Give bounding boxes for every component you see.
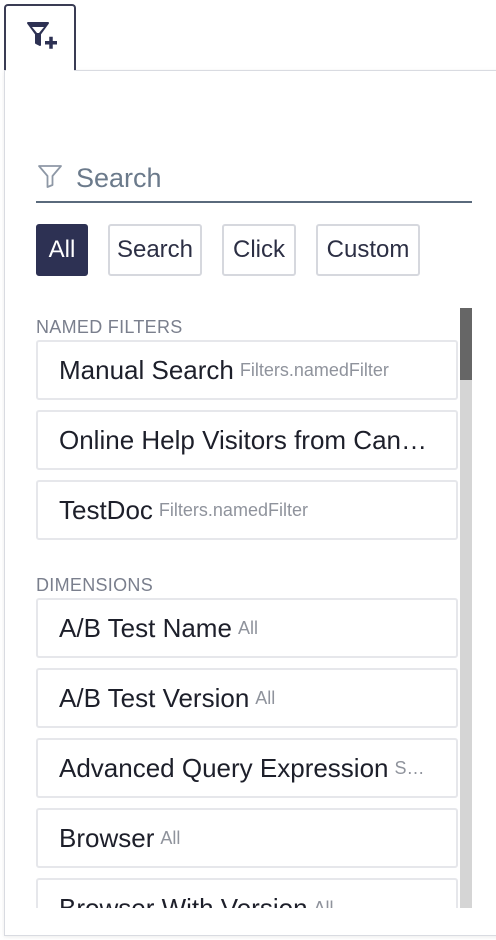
filter-icon [36, 162, 76, 195]
item-sub: S… [394, 757, 425, 778]
item-name: A/B Test Name [59, 612, 232, 643]
item-sub: All [313, 897, 334, 909]
section-header-dimensions: DIMENSIONS [36, 575, 154, 595]
panel-tab-joint [6, 68, 74, 72]
list-item[interactable]: Manual Search Filters.namedFilter [36, 340, 458, 400]
chip-custom[interactable]: Custom [316, 224, 420, 276]
list-item[interactable]: A/B Test Name All [36, 598, 458, 658]
item-name: TestDoc [59, 494, 153, 525]
item-name: A/B Test Version [59, 682, 250, 713]
item-sub: All [255, 687, 276, 708]
item-name: Browser [59, 822, 155, 853]
list-scrollbar-track[interactable] [460, 308, 472, 908]
list-item[interactable]: Browser With Version All [36, 878, 458, 908]
item-name: Manual Search [59, 354, 234, 385]
list-item[interactable]: Browser All [36, 808, 458, 868]
item-name: Browser With Version [59, 892, 308, 909]
list-item[interactable]: TestDoc Filters.namedFilter [36, 480, 458, 540]
item-sub: All [160, 827, 181, 848]
section-header-named-filters: NAMED FILTERS [36, 317, 183, 337]
chip-click[interactable]: Click [222, 224, 296, 276]
item-name: Advanced Query Expression [59, 752, 389, 783]
item-sub: Filters.namedFilter [239, 359, 389, 380]
filter-add-icon [21, 18, 59, 59]
list-item[interactable]: Online Help Visitors from Can… [36, 410, 458, 470]
filter-search-field[interactable] [36, 155, 472, 203]
list-scrollbar-thumb[interactable] [460, 308, 472, 380]
add-filter-button[interactable] [4, 4, 76, 70]
category-chips: All Search Click Custom [36, 224, 440, 276]
item-name: Online Help Visitors from Can… [59, 424, 427, 455]
list-item[interactable]: A/B Test Version All [36, 668, 458, 728]
chip-search[interactable]: Search [108, 224, 202, 276]
chip-all[interactable]: All [36, 224, 88, 276]
list-item[interactable]: Advanced Query Expression S… [36, 738, 458, 798]
search-input[interactable] [76, 158, 472, 198]
filter-list[interactable]: NAMED FILTERS Manual Search Filters.name… [36, 308, 470, 908]
item-sub: Filters.namedFilter [158, 499, 308, 520]
item-sub: All [237, 617, 258, 638]
